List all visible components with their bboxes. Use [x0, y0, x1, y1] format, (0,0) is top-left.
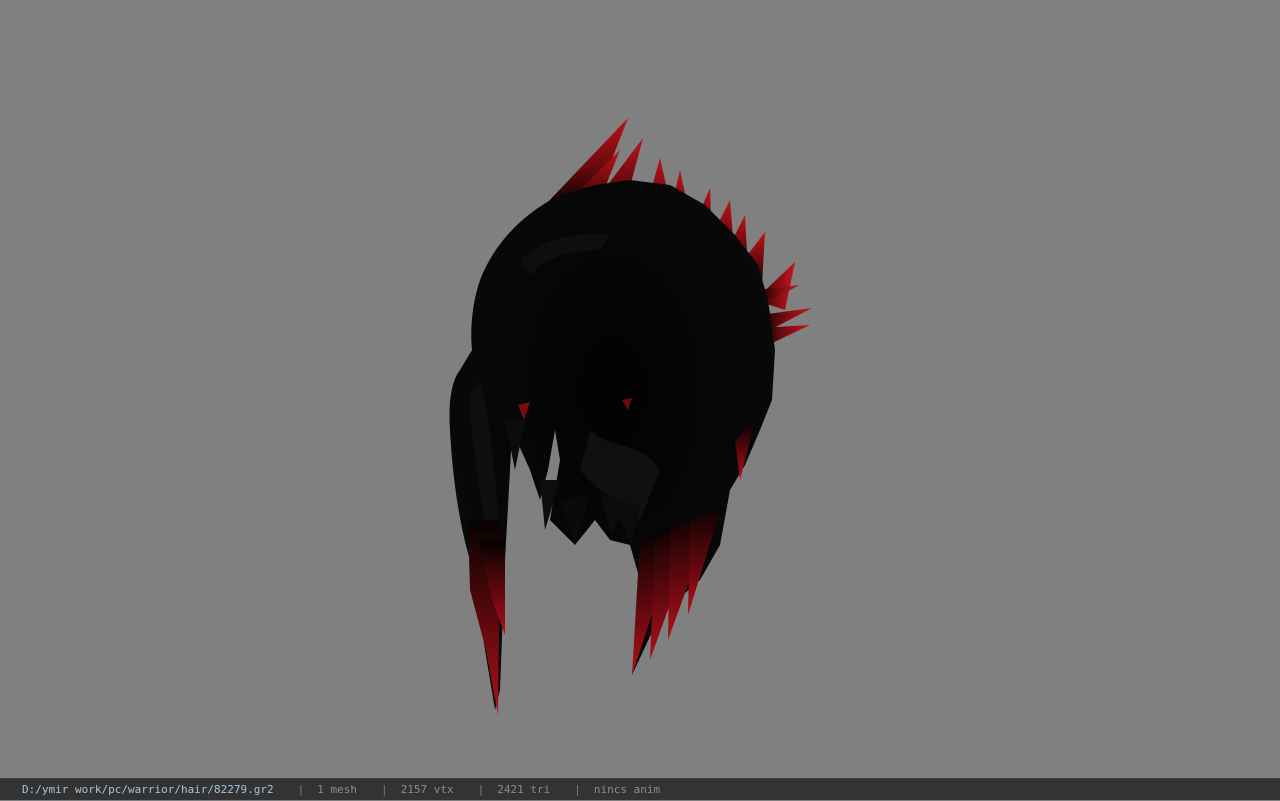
separator: | — [477, 782, 485, 796]
3d-viewport[interactable] — [0, 0, 1280, 778]
separator: | — [297, 782, 305, 796]
separator: | — [381, 782, 388, 796]
vertex-count: 2157 vtx — [400, 782, 454, 796]
status-bar: D:/ymir work/pc/warrior/hair/82279.gr2 |… — [0, 778, 1280, 800]
triangle-count: 2421 tri — [497, 782, 551, 796]
separator: | — [574, 782, 581, 796]
animation-status: nincs anim — [593, 782, 661, 796]
file-path: D:/ymir work/pc/warrior/hair/82279.gr2 — [22, 782, 274, 796]
hair-model-render[interactable] — [0, 0, 1280, 778]
mesh-count: 1 mesh — [317, 782, 358, 796]
